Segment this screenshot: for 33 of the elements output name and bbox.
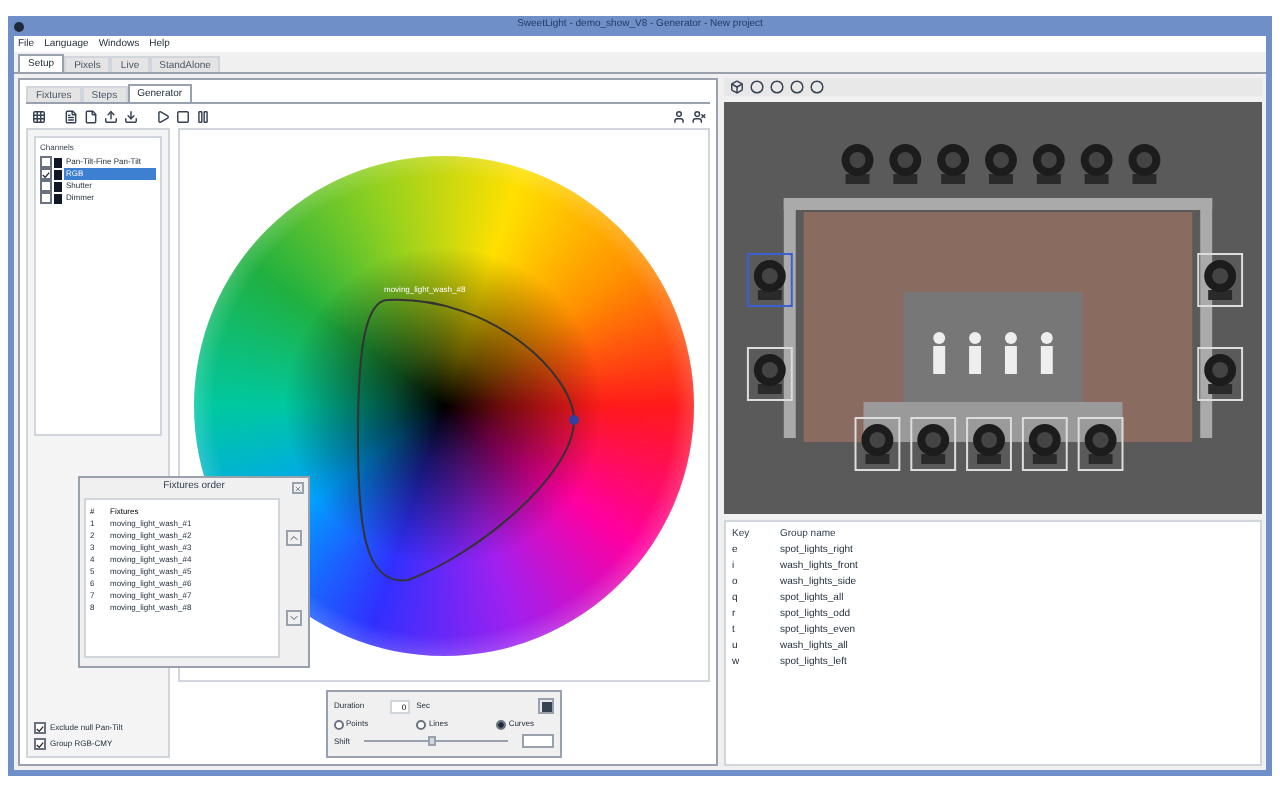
cube-icon[interactable] xyxy=(729,80,743,94)
checkbox[interactable] xyxy=(40,168,52,180)
shift-slider[interactable] xyxy=(364,739,508,747)
checkbox[interactable] xyxy=(34,722,46,734)
checkbox[interactable] xyxy=(40,192,52,204)
checkbox[interactable] xyxy=(40,156,52,168)
chevron-up-icon xyxy=(288,532,300,544)
upload-icon[interactable] xyxy=(103,109,117,123)
document-icon[interactable] xyxy=(63,109,77,123)
circle-icon[interactable] xyxy=(749,80,763,94)
download-icon[interactable] xyxy=(123,109,137,123)
shift-field[interactable] xyxy=(522,734,554,748)
play-icon[interactable] xyxy=(155,109,169,123)
radio-button[interactable] xyxy=(496,719,507,729)
app-icon xyxy=(14,21,24,31)
curve-path[interactable] xyxy=(357,298,575,581)
checkbox[interactable] xyxy=(34,738,46,750)
radio-button[interactable] xyxy=(416,719,427,729)
slider-thumb[interactable] xyxy=(428,735,437,745)
circle-icon[interactable] xyxy=(789,80,803,94)
pause-icon[interactable] xyxy=(195,109,209,123)
stop-icon[interactable] xyxy=(175,109,189,123)
file-icon[interactable] xyxy=(83,109,97,123)
circle-icon[interactable] xyxy=(809,80,823,94)
radio-button[interactable] xyxy=(334,719,344,729)
chevron-down-icon xyxy=(288,612,300,624)
person-icon[interactable] xyxy=(671,109,685,123)
color-button[interactable] xyxy=(538,698,554,714)
checkbox[interactable] xyxy=(40,180,52,192)
circle-icon[interactable] xyxy=(769,80,783,94)
person-remove-icon[interactable] xyxy=(691,109,705,123)
close-button[interactable] xyxy=(292,482,304,494)
grid-icon[interactable] xyxy=(31,109,45,123)
